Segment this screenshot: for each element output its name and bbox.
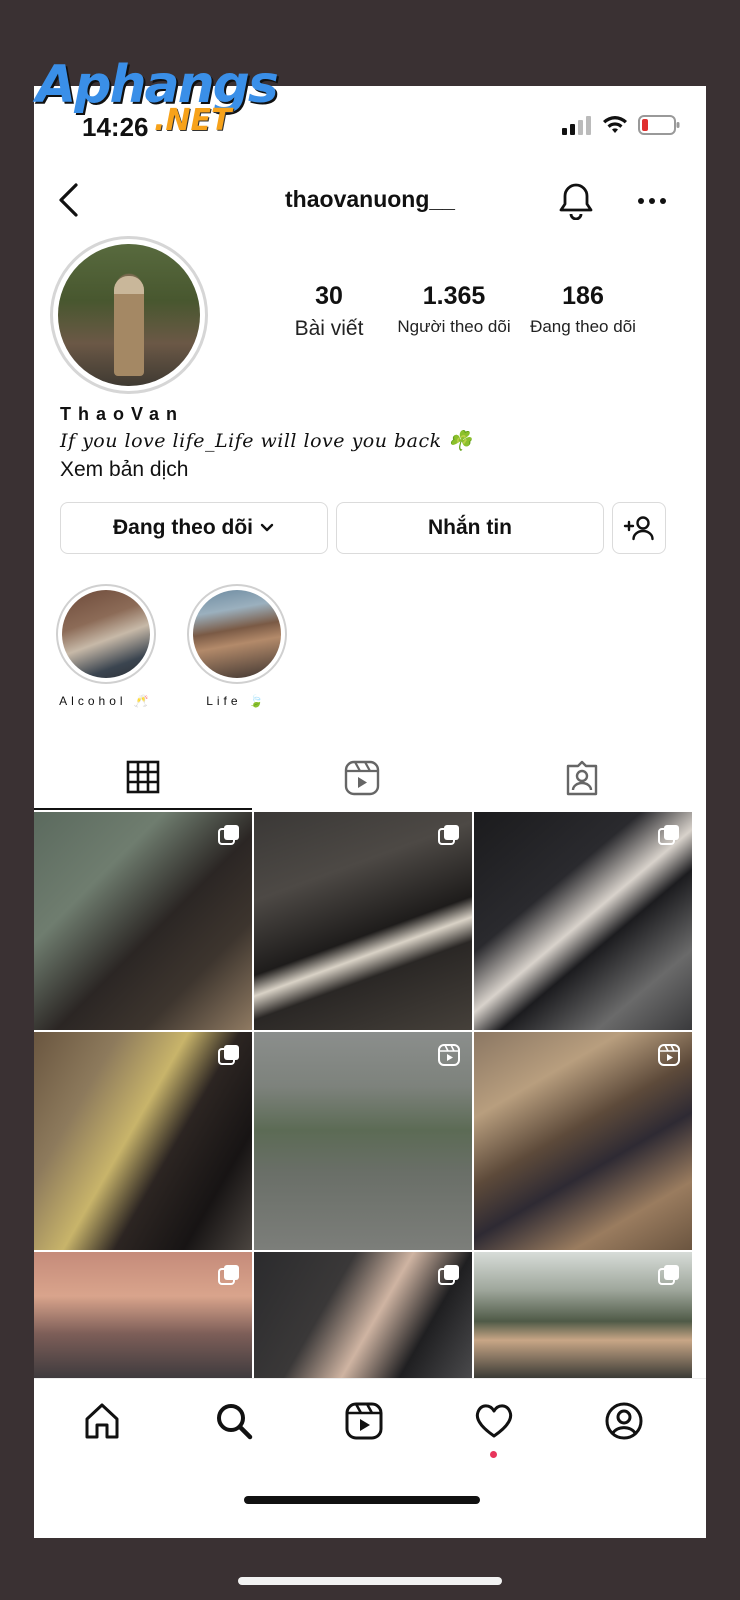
stat-following[interactable]: 186 Đang theo dõi	[508, 282, 658, 337]
stat-following-label: Đang theo dõi	[530, 317, 636, 336]
carousel-icon	[438, 1265, 459, 1285]
post-3[interactable]	[474, 812, 692, 1030]
post-6[interactable]	[474, 1032, 692, 1250]
display-name: ThaoVan	[60, 404, 185, 424]
post-1[interactable]	[34, 812, 252, 1030]
phone-screen: 14:26 thaovanuong__ 30 Bài viết 1.365 Ng…	[34, 86, 706, 1538]
profile-username: thaovanuong__	[285, 186, 455, 212]
highlight-life-cover[interactable]	[193, 590, 281, 678]
translate-link[interactable]: Xem bản dịch	[60, 458, 188, 482]
home-icon[interactable]	[82, 1401, 122, 1441]
post-7[interactable]	[34, 1252, 252, 1378]
stat-followers-value: 1.365	[422, 282, 486, 310]
activity-notification-dot	[490, 1451, 497, 1458]
highlight-alcohol-label: Alcohol 🥂	[59, 694, 153, 708]
chevron-down-icon	[260, 523, 274, 532]
profile-tabs	[34, 746, 706, 812]
highlight-alcohol-cover[interactable]	[62, 590, 150, 678]
home-indicator[interactable]	[244, 1496, 480, 1504]
suggest-user-button[interactable]	[612, 502, 666, 554]
post-8[interactable]	[254, 1252, 472, 1378]
carousel-icon	[218, 1265, 239, 1285]
watermark-suffix: .NET	[154, 103, 232, 138]
stat-followers-label: Người theo dõi	[397, 317, 511, 336]
active-tab-indicator	[34, 808, 252, 810]
stat-following-value: 186	[562, 282, 604, 310]
post-2[interactable]	[254, 812, 472, 1030]
watermark-logo: Aphangs .NET	[36, 55, 279, 143]
search-icon[interactable]	[214, 1401, 254, 1441]
status-icons	[562, 114, 680, 136]
stat-followers[interactable]: 1.365 Người theo dõi	[379, 282, 529, 337]
reels-tab-icon[interactable]	[344, 760, 380, 796]
tagged-icon[interactable]	[564, 760, 600, 796]
post-5[interactable]	[254, 1032, 472, 1250]
carousel-icon	[218, 825, 239, 845]
message-button-label: Nhắn tin	[428, 516, 512, 539]
bottom-nav	[34, 1378, 706, 1538]
carousel-icon	[218, 1045, 239, 1065]
carousel-icon	[658, 1265, 679, 1285]
grid-icon[interactable]	[126, 760, 160, 794]
profile-icon[interactable]	[604, 1401, 644, 1441]
reel-icon	[438, 1044, 460, 1066]
avatar[interactable]	[58, 244, 200, 386]
add-person-icon	[623, 516, 654, 541]
following-button-label: Đang theo dõi	[113, 516, 253, 539]
carousel-icon	[658, 825, 679, 845]
bell-icon[interactable]	[558, 182, 594, 220]
activity-heart-icon[interactable]	[474, 1401, 514, 1441]
following-button[interactable]: Đang theo dõi	[60, 502, 328, 554]
more-options-icon[interactable]	[636, 194, 668, 208]
message-button[interactable]: Nhắn tin	[336, 502, 604, 554]
post-9[interactable]	[474, 1252, 692, 1378]
signal-icon	[562, 116, 591, 135]
reels-icon[interactable]	[344, 1401, 384, 1441]
carousel-icon	[438, 825, 459, 845]
posts-grid	[34, 812, 706, 1378]
highlight-life-label: Life 🍃	[206, 694, 268, 708]
post-4[interactable]	[34, 1032, 252, 1250]
reel-icon	[658, 1044, 680, 1066]
bio-text: If you love life_Life will love you back…	[60, 430, 473, 452]
battery-icon	[638, 115, 680, 135]
device-home-indicator	[238, 1577, 502, 1585]
wifi-icon	[603, 116, 627, 133]
